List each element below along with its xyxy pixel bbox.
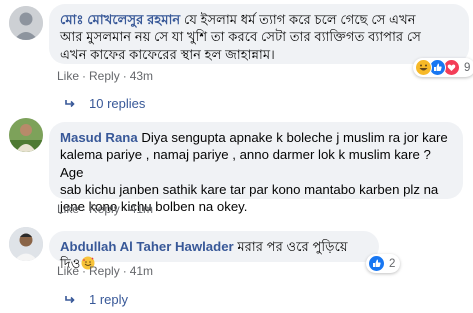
replies-count: 1 reply bbox=[89, 292, 129, 307]
view-replies-link[interactable]: 10 replies bbox=[65, 96, 145, 111]
view-replies-link[interactable]: 1 reply bbox=[65, 292, 128, 307]
separator-dot: · bbox=[82, 264, 87, 278]
reaction-count: 2 bbox=[389, 257, 396, 270]
comment-timestamp[interactable]: 41m bbox=[130, 202, 153, 216]
comment-text-line: kalema pariye , namaj pariye , anno darm… bbox=[60, 147, 431, 180]
comment-text-line: sab kichu janben sathik kare tar par kon… bbox=[60, 181, 439, 197]
separator-dot: · bbox=[82, 69, 87, 83]
reply-button[interactable]: Reply bbox=[89, 202, 120, 216]
comment-timestamp[interactable]: 43m bbox=[130, 69, 153, 83]
reply-button[interactable]: Reply bbox=[89, 69, 120, 83]
comment-timestamp[interactable]: 41m bbox=[130, 264, 153, 278]
reply-arrow-icon bbox=[65, 295, 75, 303]
comment-actions: Like · Reply · 41m bbox=[57, 264, 153, 278]
reaction-count: 9 bbox=[464, 61, 471, 74]
like-reaction-icon bbox=[368, 255, 385, 272]
reaction-summary[interactable]: 9 bbox=[413, 58, 473, 77]
separator-dot: · bbox=[82, 202, 87, 216]
separator-dot: · bbox=[122, 69, 127, 83]
replies-count: 10 replies bbox=[89, 96, 146, 111]
avatar[interactable] bbox=[9, 118, 43, 152]
haha-reaction-icon bbox=[415, 59, 432, 76]
separator-dot: · bbox=[122, 202, 127, 216]
reply-arrow-icon bbox=[65, 99, 75, 107]
comment-actions: Like · Reply · 41m bbox=[57, 202, 153, 216]
comment-actions: Like · Reply · 43m bbox=[57, 69, 153, 83]
comment-text-line: যে ইসলাম ধর্ম ত্যাগ করে চলে গেছে সে এখন bbox=[180, 12, 416, 27]
separator-dot: · bbox=[122, 264, 127, 278]
comment-bubble: Abdullah Al Taher Hawlader মরার পর ওরে প… bbox=[49, 231, 379, 271]
like-button[interactable]: Like bbox=[57, 264, 79, 278]
comment-author[interactable]: Masud Rana bbox=[60, 130, 138, 145]
comment-bubble: মোঃ মোখলেসুর রহমান যে ইসলাম ধর্ম ত্যাগ ক… bbox=[49, 4, 469, 64]
avatar[interactable] bbox=[9, 227, 43, 261]
comment-author[interactable]: মোঃ মোখলেসুর রহমান bbox=[60, 12, 180, 27]
comment-author[interactable]: Abdullah Al Taher Hawlader bbox=[60, 239, 234, 254]
avatar[interactable] bbox=[9, 6, 43, 40]
like-button[interactable]: Like bbox=[57, 69, 79, 83]
comment-text-line: এখন কাফের কাফেরের স্থান হল জাহান্নাম। bbox=[60, 46, 275, 62]
comment-text-line: আর মুসলমান নয় সে যা খুশি তা করবে সেটা ত… bbox=[60, 29, 421, 45]
comment-text-line: Diya sengupta apnake k boleche j muslim … bbox=[137, 130, 448, 145]
comment-bubble: Masud Rana Diya sengupta apnake k bolech… bbox=[49, 122, 463, 214]
reaction-summary[interactable]: 2 bbox=[366, 254, 401, 273]
like-button[interactable]: Like bbox=[57, 202, 79, 216]
reply-button[interactable]: Reply bbox=[89, 264, 120, 278]
